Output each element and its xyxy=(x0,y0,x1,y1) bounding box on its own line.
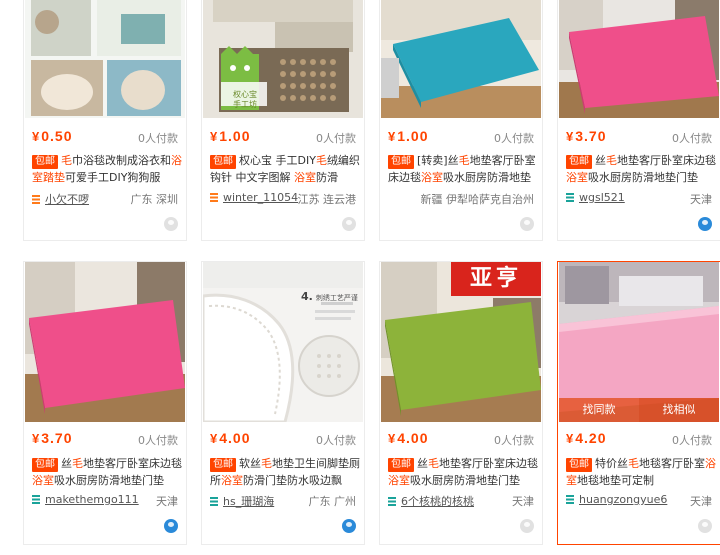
shop-link[interactable]: makethemgo111 xyxy=(32,493,139,506)
product-card[interactable]: ¥1.00 0人付款 包邮 [转卖]丝毛地垫客厅卧室床边毯浴室吸水厨房防滑地垫 新… xyxy=(379,0,543,241)
price: ¥1.00 xyxy=(210,128,251,144)
product-card[interactable]: ¥0.50 0人付款 包邮 毛巾浴毯改制成浴衣和浴室踏垫可爱手工DIY狗狗服 小欠… xyxy=(23,0,187,241)
hover-action-bar: 找同款 找相似 xyxy=(559,398,719,422)
wangwang-chat-icon[interactable] xyxy=(164,217,178,231)
shop-icon xyxy=(32,495,40,504)
price: ¥0.50 xyxy=(32,128,73,144)
sales-count: 0人付款 xyxy=(672,132,712,145)
price: ¥3.70 xyxy=(566,128,607,144)
sales-count: 0人付款 xyxy=(316,434,356,447)
wangwang-chat-icon[interactable] xyxy=(342,519,356,533)
location: 江苏 连云港 xyxy=(297,193,357,206)
product-title[interactable]: 包邮 丝毛地垫客厅卧室床边毯浴室吸水厨房防滑地垫门垫 xyxy=(32,455,182,489)
shop-link[interactable]: 6个核桃的核桃 xyxy=(388,493,474,509)
shop-icon xyxy=(210,193,218,202)
product-title[interactable]: 包邮 丝毛地垫客厅卧室床边毯浴室吸水厨房防滑地垫门垫 xyxy=(566,152,716,186)
price: ¥4.20 xyxy=(566,430,607,446)
product-title[interactable]: 包邮 软丝毛地垫卫生间脚垫厕所浴室防滑门垫防水吸边飘 xyxy=(210,455,360,489)
product-card[interactable]: ¥3.70 0人付款 包邮 丝毛地垫客厅卧室床边毯浴室吸水厨房防滑地垫门垫 mak… xyxy=(23,261,187,545)
location: 天津 xyxy=(156,495,178,508)
price: ¥4.00 xyxy=(388,430,429,446)
product-title[interactable]: 包邮 丝毛地垫客厅卧室床边毯浴室吸水厨房防滑地垫门垫 xyxy=(388,455,538,489)
sales-count: 0人付款 xyxy=(138,132,178,145)
shop-icon xyxy=(566,495,574,504)
brand-logo: 亚亨 xyxy=(451,262,541,296)
wangwang-chat-icon[interactable] xyxy=(520,519,534,533)
shop-link[interactable]: hs_珊瑚海 xyxy=(210,493,274,509)
free-shipping-badge: 包邮 xyxy=(566,155,592,169)
product-card[interactable]: 权心宝 手工坊 ¥1.00 0人付款 包邮 权心宝 手工DIY毛绒编织钩针 中文字图… xyxy=(201,0,365,241)
product-card[interactable]: 亚亨 ¥4.00 0人付款 包邮 丝毛地垫客厅卧室床边毯浴室吸水厨房防滑地垫门垫 … xyxy=(379,261,543,545)
shop-link[interactable]: 小欠不啰 xyxy=(32,191,89,207)
sales-count: 0人付款 xyxy=(316,132,356,145)
image-caption: 4. 刺绣工艺严谨 xyxy=(301,290,358,303)
shop-link[interactable]: wgsl521 xyxy=(566,191,625,204)
find-same-button[interactable]: 找同款 xyxy=(559,398,639,422)
sales-count: 0人付款 xyxy=(138,434,178,447)
location: 天津 xyxy=(512,495,534,508)
wangwang-chat-icon[interactable] xyxy=(520,217,534,231)
location: 新疆 伊犁哈萨克自治州 xyxy=(420,193,535,206)
watermark-logo: 权心宝 手工坊 xyxy=(233,90,257,109)
free-shipping-badge: 包邮 xyxy=(32,155,58,169)
product-image[interactable]: 4. 刺绣工艺严谨 xyxy=(203,262,363,422)
shop-icon xyxy=(210,497,218,506)
product-image[interactable] xyxy=(25,262,185,422)
wangwang-chat-icon[interactable] xyxy=(164,519,178,533)
shop-link[interactable]: huangzongyue6 xyxy=(566,493,667,506)
product-title[interactable]: 包邮 特价丝毛地毯客厅卧室浴室地毯地垫可定制 xyxy=(566,455,716,489)
product-card[interactable]: 4. 刺绣工艺严谨 ¥4.00 0人付款 包邮 软丝毛地垫卫生间脚垫厕所浴室防滑门垫… xyxy=(201,261,365,545)
free-shipping-badge: 包邮 xyxy=(32,458,58,472)
price: ¥3.70 xyxy=(32,430,73,446)
product-card[interactable]: ¥3.70 0人付款 包邮 丝毛地垫客厅卧室床边毯浴室吸水厨房防滑地垫门垫 wgs… xyxy=(557,0,720,241)
location: 广东 深圳 xyxy=(130,193,179,206)
free-shipping-badge: 包邮 xyxy=(210,458,236,472)
free-shipping-badge: 包邮 xyxy=(388,155,414,169)
shop-icon xyxy=(32,195,40,204)
product-title[interactable]: 包邮 权心宝 手工DIY毛绒编织钩针 中文字图解 浴室防滑 xyxy=(210,152,360,186)
product-image[interactable]: 亚亨 xyxy=(381,262,541,422)
free-shipping-badge: 包邮 xyxy=(566,458,592,472)
price: ¥4.00 xyxy=(210,430,251,446)
wangwang-chat-icon[interactable] xyxy=(698,519,712,533)
sales-count: 0人付款 xyxy=(494,434,534,447)
product-title[interactable]: 包邮 毛巾浴毯改制成浴衣和浴室踏垫可爱手工DIY狗狗服 xyxy=(32,152,182,186)
find-similar-button[interactable]: 找相似 xyxy=(639,398,719,422)
wangwang-chat-icon[interactable] xyxy=(342,217,356,231)
shop-icon xyxy=(566,193,574,202)
location: 天津 xyxy=(690,193,712,206)
product-card[interactable]: 找同款 找相似 ¥4.20 0人付款 包邮 特价丝毛地毯客厅卧室浴室地毯地垫可定制… xyxy=(557,261,720,545)
sales-count: 0人付款 xyxy=(672,434,712,447)
free-shipping-badge: 包邮 xyxy=(210,155,236,169)
shop-link[interactable]: winter_11054 xyxy=(210,191,298,204)
shop-icon xyxy=(388,497,396,506)
location: 天津 xyxy=(690,495,712,508)
product-image[interactable]: 找同款 找相似 xyxy=(559,262,719,422)
product-title[interactable]: 包邮 [转卖]丝毛地垫客厅卧室床边毯浴室吸水厨房防滑地垫 xyxy=(388,152,538,186)
wangwang-chat-icon[interactable] xyxy=(698,217,712,231)
location: 广东 广州 xyxy=(308,495,357,508)
sales-count: 0人付款 xyxy=(494,132,534,145)
free-shipping-badge: 包邮 xyxy=(388,458,414,472)
price: ¥1.00 xyxy=(388,128,429,144)
product-grid: ¥0.50 0人付款 包邮 毛巾浴毯改制成浴衣和浴室踏垫可爱手工DIY狗狗服 小欠… xyxy=(0,0,720,555)
